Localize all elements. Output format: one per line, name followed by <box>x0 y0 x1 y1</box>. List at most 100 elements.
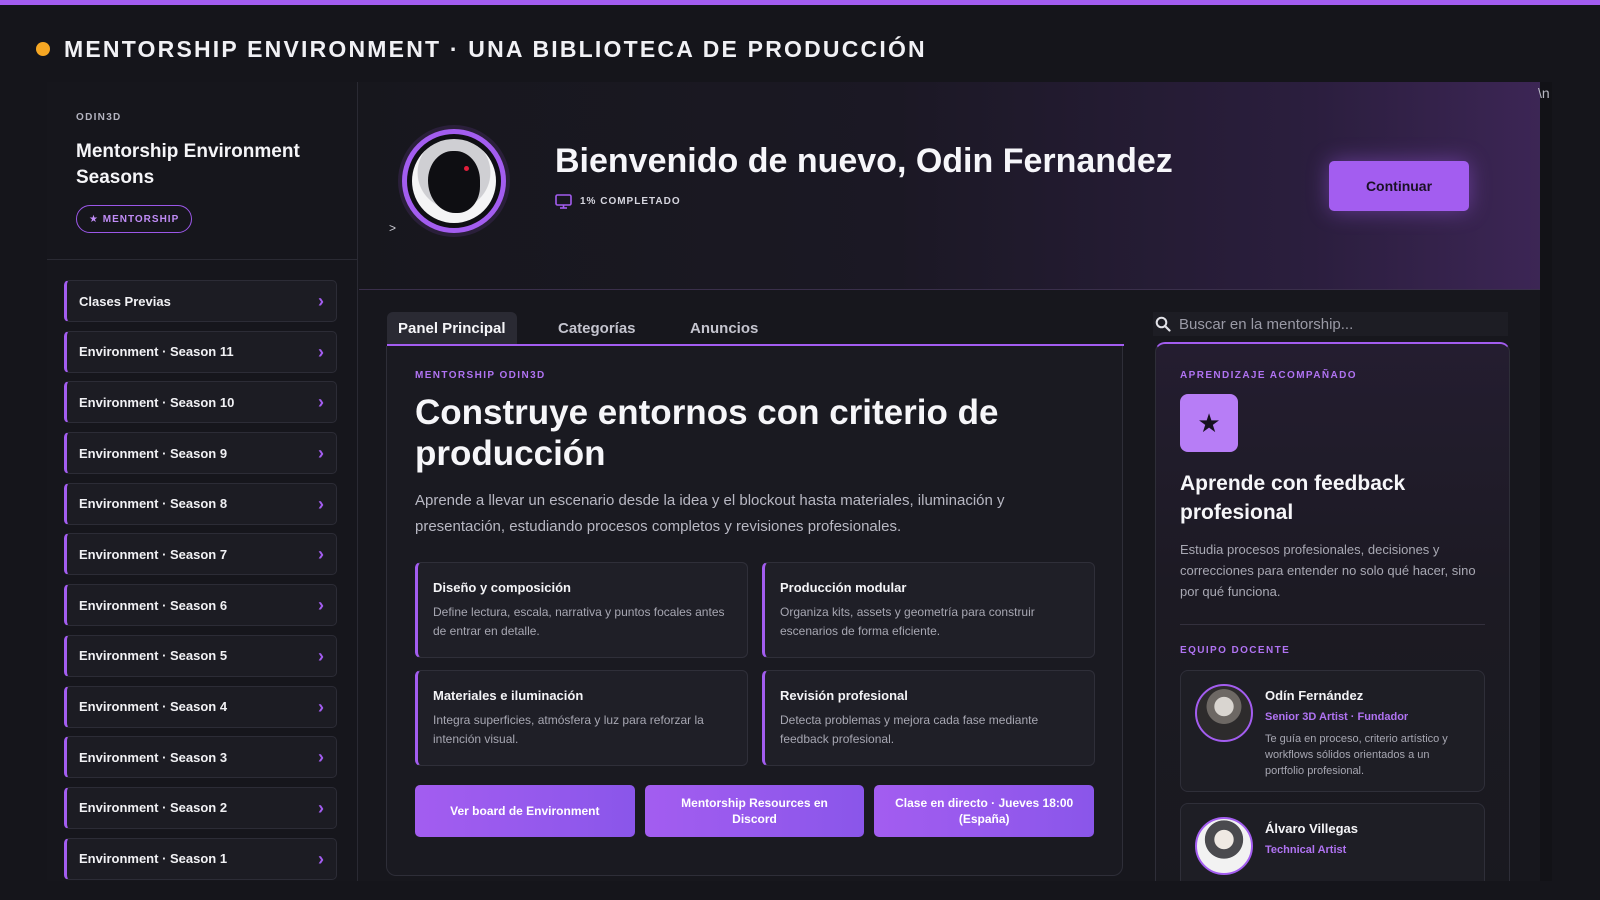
sidebar-item-label: Environment · Season 11 <box>79 344 234 360</box>
feature-card-revision: Revisión profesional Detecta problemas y… <box>762 670 1095 766</box>
sidebar-item-season-2[interactable]: Environment · Season 2 › <box>64 786 337 829</box>
member-info: Odín Fernández Senior 3D Artist · Fundad… <box>1265 684 1470 779</box>
chevron-right-icon: › <box>318 493 324 514</box>
chevron-right-icon: › <box>318 544 324 565</box>
sidebar-item-season-10[interactable]: Environment · Season 10 › <box>64 381 337 424</box>
progress-text: 1% COMPLETADO <box>580 196 681 207</box>
sidebar-item-label: Environment · Season 9 <box>79 445 228 461</box>
chevron-right-icon: › <box>318 797 324 818</box>
learning-title: Aprende con feedback profesional <box>1180 472 1406 524</box>
avatar <box>1195 817 1253 875</box>
sidebar-item-season-1[interactable]: Environment · Season 1 › <box>64 837 337 880</box>
feature-description: Define lectura, escala, narrativa y punt… <box>433 605 725 638</box>
sidebar-item-label: Environment · Season 8 <box>79 496 228 512</box>
star-icon: ★ <box>1180 394 1238 452</box>
progress-status: 1% COMPLETADO <box>555 194 681 209</box>
sidebar-item-label: Environment · Season 6 <box>79 597 228 613</box>
stray-text: \n <box>1538 85 1550 101</box>
tab-panel-principal[interactable]: Panel Principal <box>387 312 517 344</box>
member-role: Senior 3D Artist · Fundador <box>1265 711 1409 723</box>
user-avatar[interactable] <box>402 129 506 233</box>
sidebar-item-season-11[interactable]: Environment · Season 11 › <box>64 330 337 373</box>
feature-title: Revisión profesional <box>780 688 908 703</box>
main-panel: MENTORSHIP ODIN3D Construye entornos con… <box>386 346 1123 876</box>
search-icon <box>1155 316 1171 332</box>
chevron-right-icon: › <box>318 291 324 311</box>
tab-bar: Panel Principal Categorías Anuncios <box>387 312 1124 346</box>
avatar <box>1195 684 1253 742</box>
sidebar-item-season-9[interactable]: Environment · Season 9 › <box>64 432 337 475</box>
tab-anuncios[interactable]: Anuncios <box>690 312 758 344</box>
chevron-right-icon: › <box>318 645 324 666</box>
member-name: Álvaro Villegas <box>1265 821 1358 836</box>
sidebar-item-season-4[interactable]: Environment · Season 4 › <box>64 685 337 728</box>
feature-title: Producción modular <box>780 580 907 595</box>
team-label: EQUIPO DOCENTE <box>1180 645 1291 656</box>
chevron-right-icon: › <box>318 443 324 464</box>
sidebar-item-label: Environment · Season 1 <box>79 851 228 867</box>
tab-categorias[interactable]: Categorías <box>558 312 636 344</box>
sidebar-item-label: Environment · Season 7 <box>79 546 228 562</box>
feature-description: Organiza kits, assets y geometría para c… <box>780 605 1035 638</box>
course-title: Mentorship Environment Seasons <box>76 141 300 188</box>
feature-title: Materiales e iluminación <box>433 688 584 703</box>
chevron-right-icon: › <box>318 595 324 616</box>
sidebar-item-label: Environment · Season 10 <box>79 394 235 410</box>
feature-grid: Diseño y composición Define lectura, esc… <box>415 562 1095 766</box>
member-info: Álvaro Villegas Technical Artist <box>1265 817 1358 875</box>
search-bar <box>1153 312 1508 336</box>
sidebar-item-season-5[interactable]: Environment · Season 5 › <box>64 634 337 677</box>
sidebar-item-season-3[interactable]: Environment · Season 3 › <box>64 736 337 779</box>
chevron-right-icon: › <box>318 747 324 768</box>
sidebar-item-label: Environment · Season 3 <box>79 749 228 765</box>
continue-button[interactable]: Continuar <box>1329 161 1469 211</box>
live-class-button[interactable]: Clase en directo · Jueves 18:00 (España) <box>874 785 1095 837</box>
team-member-card: Odín Fernández Senior 3D Artist · Fundad… <box>1180 670 1485 792</box>
member-name: Odín Fernández <box>1265 688 1364 703</box>
monitor-icon <box>555 194 572 209</box>
chevron-right-icon: › <box>318 392 324 413</box>
divider <box>1180 624 1485 625</box>
window-edge <box>1540 82 1552 881</box>
mentorship-badge: ★ MENTORSHIP <box>76 205 193 233</box>
member-role: Technical Artist <box>1265 844 1347 856</box>
feature-card-materiales: Materiales e iluminación Integra superfi… <box>415 670 748 766</box>
sidebar-item-season-6[interactable]: Environment · Season 6 › <box>64 584 337 627</box>
environment-board-button[interactable]: Ver board de Environment <box>415 785 635 837</box>
main-eyebrow: MENTORSHIP ODIN3D <box>415 370 546 381</box>
main-description: Aprende a llevar un escenario desde la i… <box>415 492 1005 535</box>
sidebar-item-label: Clases Previas <box>79 293 171 309</box>
sidebar: ODIN3D Mentorship Environment Seasons ★ … <box>47 82 358 881</box>
season-list: Clases Previas › Environment · Season 11 ›… <box>64 280 337 881</box>
welcome-heading: Bienvenido de nuevo, Odin Fernandez <box>555 142 1173 180</box>
discord-resources-button[interactable]: Mentorship Resources en Discord <box>644 785 865 837</box>
feature-title: Diseño y composición <box>433 580 571 595</box>
main-title: Construye entornos con criterio de produ… <box>415 393 999 473</box>
sidebar-item-season-8[interactable]: Environment · Season 8 › <box>64 482 337 525</box>
sidebar-header: ODIN3D Mentorship Environment Seasons ★ … <box>47 82 357 260</box>
chevron-right-icon: › <box>318 848 324 869</box>
brand-name: ODIN3D <box>76 112 122 123</box>
hero-caret: > <box>389 221 397 235</box>
welcome-hero: > Bienvenido de nuevo, Odin Fernandez 1%… <box>359 82 1551 290</box>
member-bio: Te guía en proceso, criterio artístico y… <box>1265 733 1448 777</box>
feature-card-produccion: Producción modular Organiza kits, assets… <box>762 562 1095 658</box>
chevron-right-icon: › <box>318 696 324 717</box>
app-window: ODIN3D Mentorship Environment Seasons ★ … <box>47 82 1551 881</box>
feature-description: Detecta problemas y mejora cada fase med… <box>780 713 1039 746</box>
sidebar-item-label: Environment · Season 4 <box>79 699 228 714</box>
learning-eyebrow: APRENDIZAJE ACOMPAÑADO <box>1180 370 1357 381</box>
feature-card-diseno: Diseño y composición Define lectura, esc… <box>415 562 748 658</box>
sidebar-item-label: Environment · Season 5 <box>79 648 228 664</box>
feature-description: Integra superficies, atmósfera y luz par… <box>433 713 704 746</box>
status-dot-icon <box>36 42 50 56</box>
page-title: MENTORSHIP ENVIRONMENT · UNA BIBLIOTECA … <box>64 35 927 62</box>
sidebar-item-season-7[interactable]: Environment · Season 7 › <box>64 533 337 576</box>
top-accent-bar <box>0 0 1600 5</box>
search-input[interactable] <box>1179 315 1508 333</box>
chevron-right-icon: › <box>318 341 324 362</box>
sidebar-item-clases-previas[interactable]: Clases Previas › <box>64 280 337 322</box>
learning-panel: APRENDIZAJE ACOMPAÑADO ★ Aprende con fee… <box>1155 342 1510 881</box>
sidebar-item-label: Environment · Season 2 <box>79 800 228 816</box>
learning-description: Estudia procesos profesionales, decision… <box>1180 542 1476 599</box>
